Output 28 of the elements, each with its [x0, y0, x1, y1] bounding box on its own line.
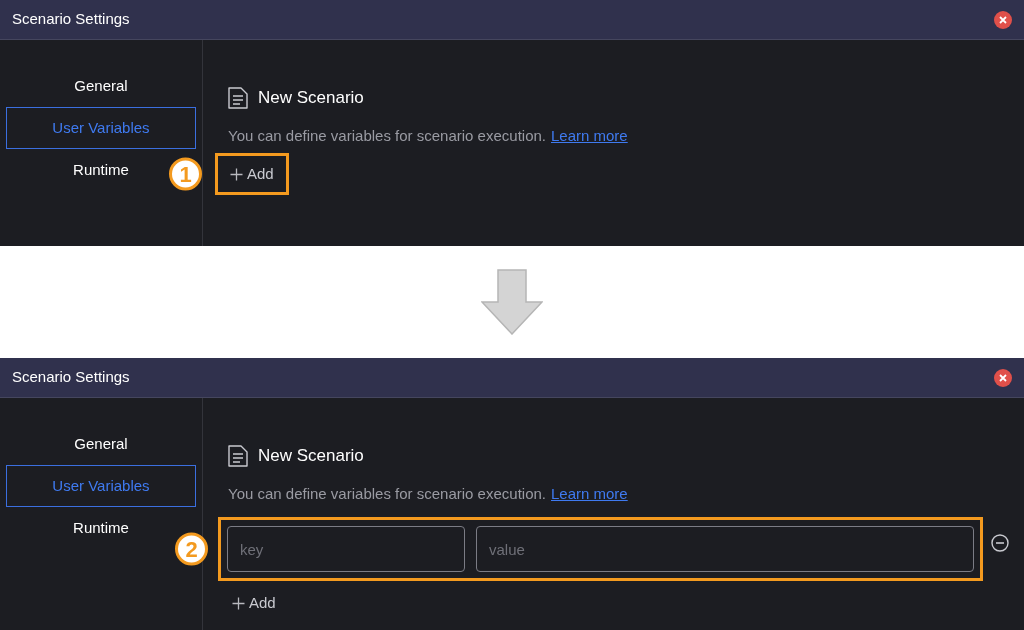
key-field[interactable]: key [227, 526, 465, 572]
window-title: Scenario Settings [12, 9, 130, 30]
sidebar-tab[interactable]: User Variables [6, 465, 196, 507]
down-arrow-icon [481, 269, 543, 335]
sidebar-tab[interactable]: General [65, 65, 137, 107]
step-number-badge: 2 [175, 532, 208, 566]
sidebar-tab[interactable]: General [65, 423, 137, 465]
learn-more-link[interactable]: Learn more [551, 124, 628, 147]
close-icon[interactable] [994, 368, 1012, 387]
document-icon [228, 444, 248, 467]
add-button[interactable]: Add [215, 153, 289, 195]
step-number-badge: 1 [169, 157, 202, 191]
scenario-title: New Scenario [258, 445, 364, 467]
sidebar-tab[interactable]: User Variables [6, 107, 196, 149]
window-title: Scenario Settings [12, 367, 130, 388]
value-field[interactable]: value [476, 526, 974, 572]
description-text: You can define variables for scenario execution. [228, 125, 546, 146]
sidebar-tab[interactable]: Runtime [64, 507, 138, 549]
add-button[interactable]: Add [228, 591, 280, 615]
scenario-title: New Scenario [258, 87, 364, 109]
plus-icon [232, 596, 245, 610]
sidebar-tab[interactable]: Runtime [64, 149, 138, 191]
close-icon[interactable] [994, 10, 1012, 29]
plus-icon [230, 167, 243, 181]
remove-icon[interactable] [991, 534, 1009, 552]
learn-more-link[interactable]: Learn more [551, 482, 628, 505]
description-text: You can define variables for scenario execution. [228, 483, 546, 504]
document-icon [228, 86, 248, 109]
